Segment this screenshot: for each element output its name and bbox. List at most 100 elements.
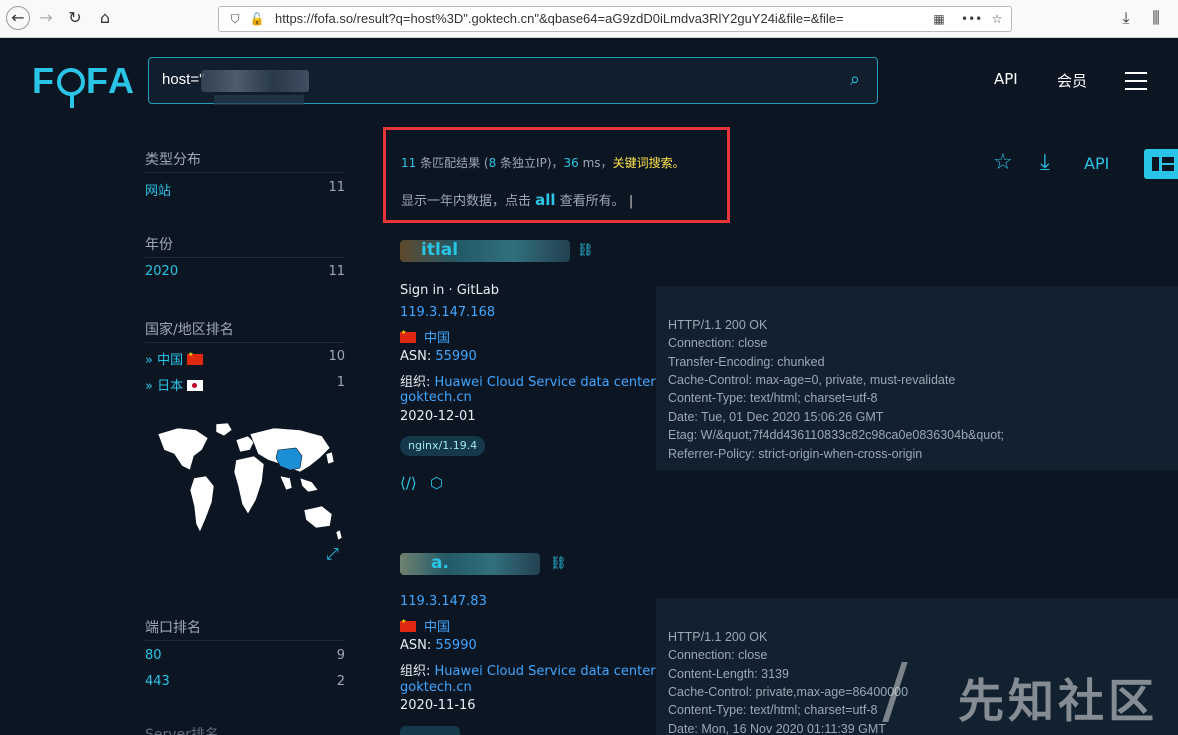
cube-icon[interactable]: ⬡: [430, 474, 443, 492]
country-title: 国家/地区排名: [145, 322, 234, 338]
download-icon[interactable]: ⤓: [1040, 150, 1050, 175]
china-flag-icon: [187, 351, 204, 365]
header-line: Connection: close: [668, 648, 768, 662]
result-title[interactable]: a.: [431, 553, 449, 573]
summary-text: 条匹配结果 (: [416, 156, 489, 170]
address-bar[interactable]: ⛉ 🔓 https://fofa.so/result?q=host%3D".go…: [218, 6, 1012, 32]
year-item-label[interactable]: 2020: [145, 264, 178, 279]
world-map[interactable]: [150, 420, 350, 565]
china-flag-icon: [400, 618, 416, 632]
api-button[interactable]: API: [1084, 154, 1109, 173]
china-flag-icon: [400, 329, 416, 343]
download-icon[interactable]: ⤓: [1115, 7, 1137, 29]
server-title: Server排名: [145, 727, 219, 735]
api-link[interactable]: API: [994, 70, 1018, 88]
favorite-star-icon[interactable]: ☆: [993, 150, 1013, 175]
result-date: 2020-12-01: [400, 409, 476, 424]
port-count: 2: [336, 674, 345, 689]
result-title[interactable]: itlal: [421, 240, 458, 260]
reload-icon[interactable]: ↻: [64, 7, 86, 29]
year-item[interactable]: 2020 11: [145, 264, 345, 279]
domain-link[interactable]: goktech.cn: [400, 390, 472, 405]
org-link[interactable]: Huawei Cloud Service data center: [435, 664, 656, 679]
asn-row: ASN: 55990: [400, 349, 477, 364]
result-date: 2020-11-16: [400, 698, 476, 713]
port-count: 9: [336, 648, 345, 663]
library-icon[interactable]: ⫼: [1145, 7, 1167, 29]
header-line: Date: Mon, 16 Nov 2020 01:11:39 GMT: [668, 722, 886, 735]
port-item[interactable]: 443 2: [145, 674, 345, 689]
year-item-count: 11: [328, 264, 345, 279]
view-toggle-icon[interactable]: [1144, 149, 1178, 179]
ip-link[interactable]: 119.3.147.168: [400, 305, 495, 320]
header-line: Cache-Control: private,max-age=86400000: [668, 685, 909, 699]
type-item[interactable]: 网站 11: [145, 180, 345, 199]
search-icon[interactable]: ⌕: [845, 70, 865, 90]
ip-link[interactable]: 119.3.147.83: [400, 594, 487, 609]
country-item-japan[interactable]: » 日本 1: [145, 375, 345, 394]
summary-text: ms，: [578, 156, 613, 170]
header-line: HTTP/1.1 200 OK: [668, 630, 768, 644]
port-label[interactable]: 80: [145, 648, 162, 663]
link-icon[interactable]: ⛓: [577, 243, 594, 258]
server-tag[interactable]: [400, 726, 460, 735]
redacted-query: [201, 70, 309, 92]
result-count: 11: [401, 156, 417, 170]
header-line: Connection: close: [668, 336, 768, 350]
search-query[interactable]: host=": [162, 71, 204, 88]
chevron-right-icon: »: [145, 379, 153, 394]
country-label[interactable]: 中国: [157, 353, 183, 368]
country-count: 10: [328, 349, 345, 364]
country-link[interactable]: 中国: [424, 620, 450, 635]
star-icon[interactable]: ☆: [989, 11, 1005, 27]
type-item-label[interactable]: 网站: [145, 184, 171, 199]
country-item-china[interactable]: » 中国 10: [145, 349, 345, 368]
page-title: Sign in · GitLab: [400, 283, 499, 298]
home-icon[interactable]: ⌂: [94, 7, 116, 29]
header-line: HTTP/1.1 200 OK: [668, 318, 768, 332]
forward-arrow-icon[interactable]: →: [35, 7, 57, 29]
asn-link[interactable]: 55990: [435, 349, 476, 364]
more-icon[interactable]: •••: [961, 11, 982, 27]
org-row: 组织: Huawei Cloud Service data center: [400, 375, 656, 390]
url-text[interactable]: https://fofa.so/result?q=host%3D".goktec…: [275, 11, 935, 26]
domain-link[interactable]: goktech.cn: [400, 680, 472, 695]
redacted-query-shadow: [214, 95, 304, 105]
country-row[interactable]: 中国: [400, 616, 450, 635]
port-label[interactable]: 443: [145, 674, 170, 689]
summary-text: 查看所有。: [555, 194, 625, 209]
year-title: 年份: [145, 237, 173, 253]
country-label[interactable]: 日本: [157, 379, 183, 394]
lock-warning-icon[interactable]: 🔓: [249, 11, 265, 27]
header-line: Content-Type: text/html; charset=utf-8: [668, 703, 878, 717]
fofa-logo[interactable]: F FA: [32, 60, 136, 108]
header-line: Content-Length: 3139: [668, 667, 789, 681]
asn-link[interactable]: 55990: [435, 638, 476, 653]
header-line: Date: Tue, 01 Dec 2020 15:06:26 GMT: [668, 410, 884, 424]
keyword-search-link[interactable]: 关键词搜索。: [613, 156, 685, 170]
browser-toolbar: ← → ↻ ⌂ ⛉ 🔓 https://fofa.so/result?q=hos…: [0, 0, 1178, 38]
server-tag[interactable]: nginx/1.19.4: [400, 436, 486, 456]
view-all-link[interactable]: all: [535, 191, 555, 209]
header-line: Cache-Control: max-age=0, private, must-…: [668, 373, 956, 387]
divider: [145, 342, 345, 343]
response-header-panel: HTTP/1.1 200 OK Connection: close Transf…: [656, 286, 1178, 470]
search-box[interactable]: host=" ⌕: [148, 57, 878, 105]
country-row[interactable]: 中国: [400, 327, 450, 346]
qr-code-icon[interactable]: ▦: [931, 11, 947, 27]
shield-icon[interactable]: ⛉: [227, 11, 243, 27]
china-region[interactable]: [275, 447, 303, 471]
header-line: Transfer-Encoding: chunked: [668, 355, 825, 369]
org-link[interactable]: Huawei Cloud Service data center: [435, 375, 656, 390]
menu-icon[interactable]: [1125, 72, 1147, 90]
expand-icon[interactable]: ⤢: [326, 544, 339, 564]
link-icon[interactable]: ⛓: [550, 556, 567, 571]
code-icon[interactable]: ⟨/⟩: [400, 474, 417, 492]
member-link[interactable]: 会员: [1057, 70, 1087, 91]
header-line: Referrer-Policy: strict-origin-when-cros…: [668, 447, 923, 461]
text-cursor: |: [624, 194, 634, 209]
query-time: 36: [563, 156, 579, 170]
country-link[interactable]: 中国: [424, 331, 450, 346]
port-item[interactable]: 80 9: [145, 648, 345, 663]
back-arrow-icon[interactable]: ←: [6, 6, 30, 30]
